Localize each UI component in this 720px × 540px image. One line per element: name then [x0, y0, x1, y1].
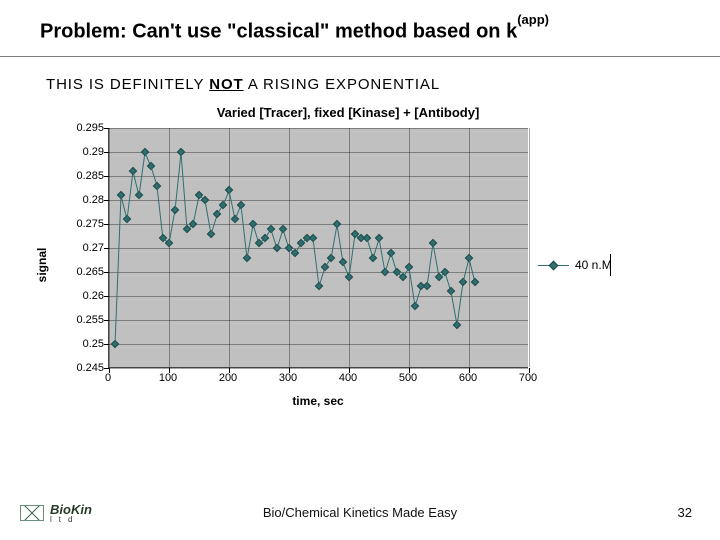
- x-tick-label: 600: [459, 372, 477, 384]
- x-tick-label: 100: [159, 372, 177, 384]
- y-tick-label: 0.275: [76, 218, 104, 230]
- y-axis-label: signal: [35, 248, 49, 283]
- divider-line: [0, 56, 720, 57]
- slide-root: Problem: Can't use "classical" method ba…: [0, 0, 720, 540]
- subtitle-suffix: A RISING EXPONENTIAL: [244, 76, 440, 93]
- gridline-horizontal: [109, 200, 528, 201]
- title-text: Problem: Can't use "classical" method ba…: [40, 21, 517, 43]
- legend-marker: [538, 262, 569, 269]
- y-tick-label: 0.245: [76, 362, 104, 374]
- series-line-segment: [247, 224, 254, 258]
- x-tick-label: 500: [399, 372, 417, 384]
- gridline-horizontal: [109, 344, 528, 345]
- y-tick-label: 0.29: [83, 146, 104, 158]
- slide-title: Problem: Can't use "classical" method ba…: [40, 18, 549, 44]
- chart-legend: 40 n.M: [538, 258, 612, 272]
- legend-label: 40 n.M: [575, 258, 612, 272]
- subtitle-not: NOT: [209, 76, 243, 93]
- x-tick-label: 200: [219, 372, 237, 384]
- y-tick-label: 0.27: [83, 242, 104, 254]
- chart-title: Varied [Tracer], fixed [Kinase] + [Antib…: [48, 105, 608, 128]
- chart-container: Varied [Tracer], fixed [Kinase] + [Antib…: [48, 105, 608, 402]
- gridline-horizontal: [109, 248, 528, 249]
- legend-separator: [610, 254, 611, 276]
- x-axis-label: time, sec: [292, 394, 343, 408]
- x-tick-label: 400: [339, 372, 357, 384]
- gridline-vertical: [409, 128, 410, 367]
- gridline-horizontal: [109, 296, 528, 297]
- plot-area-container: time, sec 0.2450.250.2550.260.2650.270.2…: [108, 128, 528, 388]
- series-line-segment: [313, 239, 320, 287]
- series-line-segment: [127, 172, 134, 220]
- gridline-vertical: [169, 128, 170, 367]
- logo-text-block: BioKin l t d: [50, 502, 92, 524]
- gridline-vertical: [229, 128, 230, 367]
- y-tick-label: 0.295: [76, 122, 104, 134]
- x-tick-label: 700: [519, 372, 537, 384]
- y-tick-label: 0.28: [83, 194, 104, 206]
- brand-logo: BioKin l t d: [20, 502, 92, 524]
- series-line-segment: [139, 152, 146, 195]
- gridline-vertical: [469, 128, 470, 367]
- y-tick-label: 0.285: [76, 170, 104, 182]
- x-tick-label: 300: [279, 372, 297, 384]
- gridline-horizontal: [109, 368, 528, 369]
- y-tick-label: 0.255: [76, 314, 104, 326]
- series-line-segment: [181, 152, 188, 229]
- gridline-horizontal: [109, 128, 528, 129]
- gridline-horizontal: [109, 320, 528, 321]
- gridline-horizontal: [109, 176, 528, 177]
- diamond-icon: [549, 260, 559, 270]
- gridline-vertical: [109, 128, 110, 367]
- y-tick-label: 0.25: [83, 338, 104, 350]
- plot-area: [108, 128, 528, 368]
- slide-number: 32: [678, 505, 692, 520]
- series-line-segment: [157, 186, 164, 239]
- slide-subtitle: THIS IS DEFINITELY NOT A RISING EXPONENT…: [46, 76, 440, 93]
- series-line-segment: [115, 196, 122, 345]
- series-line-segment: [427, 244, 434, 287]
- gridline-vertical: [349, 128, 350, 367]
- gridline-horizontal: [109, 152, 528, 153]
- title-superscript: (app): [517, 12, 549, 27]
- y-tick-label: 0.265: [76, 266, 104, 278]
- subtitle-prefix: THIS IS DEFINITELY: [46, 76, 209, 93]
- series-line-segment: [241, 205, 248, 258]
- x-tick-label: 0: [105, 372, 111, 384]
- y-tick-label: 0.26: [83, 290, 104, 302]
- footer-caption: Bio/Chemical Kinetics Made Easy: [263, 505, 457, 520]
- data-point: [471, 277, 479, 285]
- series-line-segment: [457, 282, 464, 325]
- chart-body: signal time, sec 0.2450.250.2550.260.265…: [48, 128, 608, 402]
- logo-icon: [20, 505, 44, 521]
- gridline-vertical: [529, 128, 530, 367]
